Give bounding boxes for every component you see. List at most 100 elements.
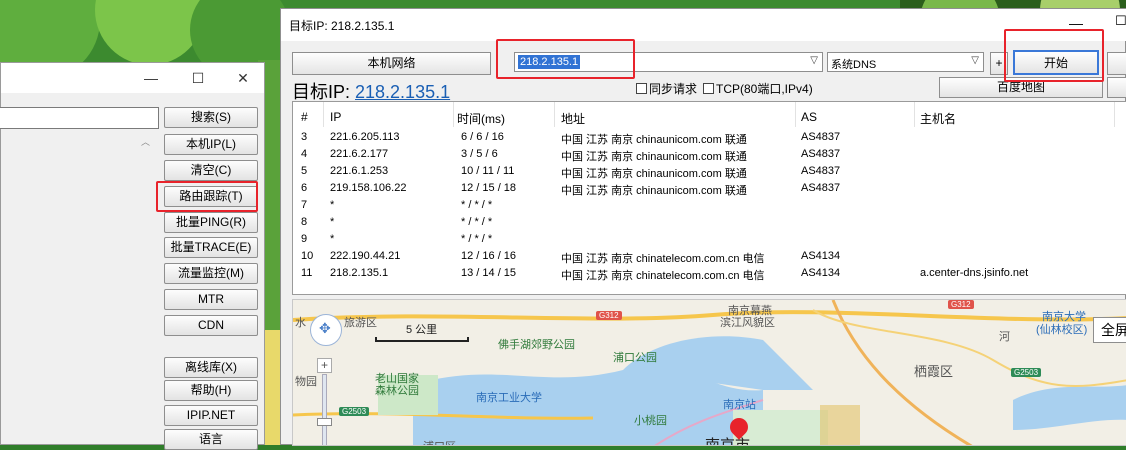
zoom-slider-handle[interactable] — [317, 418, 332, 426]
cell-index: 8 — [301, 216, 308, 228]
extra-button-2[interactable] — [1107, 77, 1126, 98]
map-label: 南京工业大学 — [476, 392, 542, 404]
traceroute-window: 目标IP: 218.2.135.1 — ☐ 本机网络 218.2.135.1 ▽… — [280, 8, 1126, 446]
zoom-in-button[interactable]: + — [317, 358, 332, 373]
minimize-icon[interactable]: — — [141, 70, 161, 86]
table-row[interactable]: 9 * * / * / * — [293, 232, 1126, 249]
cell-index: 11 — [301, 267, 313, 279]
tcp-checkbox[interactable]: TCP(80端口,IPv4) — [703, 80, 813, 97]
clear-button[interactable]: 清空(C) — [164, 160, 258, 181]
cell-as: AS4134 — [801, 267, 841, 279]
close-icon[interactable]: ✕ — [233, 70, 253, 87]
column-header-ip[interactable]: IP — [330, 110, 341, 124]
ipip-net-button[interactable]: IPIP.NET — [164, 405, 258, 426]
extra-button[interactable] — [1107, 52, 1126, 75]
column-header-index[interactable]: # — [301, 110, 308, 124]
map-label: (仙林校区) — [1036, 324, 1088, 336]
search-button[interactable]: 搜索(S) — [164, 107, 258, 128]
highlight-box-route-trace — [156, 181, 258, 212]
chevron-down-icon[interactable]: ▽ — [971, 55, 979, 66]
column-header-hostname[interactable]: 主机名 — [920, 110, 956, 127]
map-label: 栖霞区 — [914, 364, 954, 379]
local-ip-button[interactable]: 本机IP(L) — [164, 134, 258, 155]
highlight-box-start — [1004, 29, 1104, 82]
highlight-box-ip-input — [496, 39, 635, 79]
road-shield: G2503 — [1011, 368, 1042, 377]
sync-request-box[interactable] — [636, 83, 647, 94]
fullscreen-button[interactable]: 全屏 — [1093, 317, 1126, 343]
table-row[interactable]: 10 222.190.44.21 12 / 16 / 16 中国 江苏 南京 chin… — [293, 249, 1126, 266]
back-window-titlebar: — ☐ ✕ — [1, 63, 264, 93]
mtr-button[interactable]: MTR — [164, 289, 258, 310]
cell-index: 3 — [301, 131, 308, 143]
table-row[interactable]: 5 221.6.1.253 10 / 11 / 11 中国 江苏 南京 chinaun… — [293, 164, 1126, 181]
zoom-slider[interactable] — [322, 374, 327, 445]
table-row[interactable]: 11 218.2.135.1 13 / 14 / 15 中国 江苏 南京 chinat… — [293, 266, 1126, 283]
table-row[interactable]: 7 * * / * / * — [293, 198, 1126, 215]
column-divider — [795, 102, 796, 127]
map-pan-control[interactable]: ✥ — [310, 314, 342, 346]
road-shield: G2503 — [339, 407, 370, 416]
ip-search-input[interactable] — [0, 107, 159, 129]
cell-time: 13 / 14 / 15 — [461, 267, 517, 279]
target-ip-link[interactable]: 218.2.135.1 — [355, 82, 450, 102]
tcp-box[interactable] — [703, 83, 714, 94]
column-header-time[interactable]: 时间(ms) — [457, 110, 505, 127]
baidu-map[interactable]: ✥ + 5 公里 水 旅游区 南京幕燕 滨江风貌区 南京大学 (仙林校区) 佛手… — [292, 299, 1126, 446]
cell-ip: 221.6.205.113 — [330, 131, 400, 143]
local-network-button[interactable]: 本机网络 — [292, 52, 491, 75]
cell-time: * / * / * — [461, 199, 493, 211]
column-divider — [453, 102, 454, 127]
table-row[interactable]: 3 221.6.205.113 6 / 6 / 16 中国 江苏 南京 chinaun… — [293, 130, 1126, 147]
map-label: 浦口公园 — [613, 352, 657, 364]
column-header-as[interactable]: AS — [801, 110, 817, 124]
cell-location: 中国 江苏 南京 chinaunicom.com 联通 — [561, 168, 747, 180]
chevron-down-icon[interactable]: ▽ — [810, 55, 818, 66]
cell-time: * / * / * — [461, 216, 493, 228]
maximize-icon[interactable]: ☐ — [188, 70, 208, 87]
cell-index: 7 — [301, 199, 308, 211]
sync-request-label: 同步请求 — [649, 82, 698, 96]
cell-index: 9 — [301, 233, 308, 245]
map-label: 森林公园 — [375, 385, 419, 397]
map-label: 南京站 — [723, 399, 756, 411]
column-header-location[interactable]: 地址 — [561, 110, 585, 127]
cell-ip: 221.6.1.253 — [330, 165, 389, 177]
map-label: 佛手湖郊野公园 — [498, 339, 575, 351]
table-row[interactable]: 8 * * / * / * — [293, 215, 1126, 232]
cell-index: 6 — [301, 182, 308, 194]
cell-ip: 219.158.106.22 — [330, 182, 407, 194]
trace-results-table: # IP 时间(ms) 地址 AS 主机名 3 221.6.205.113 6 / … — [292, 101, 1126, 295]
column-divider — [554, 102, 555, 127]
cell-location: 中国 江苏 南京 chinaunicom.com 联通 — [561, 151, 747, 163]
cell-location: 中国 江苏 南京 chinatelecom.com.cn 电信 — [561, 253, 765, 265]
scroll-up-icon[interactable]: ︿ — [141, 135, 150, 148]
cell-hostname: a.center-dns.jsinfo.net — [920, 267, 1029, 279]
cell-as: AS4134 — [801, 250, 841, 262]
batch-ping-button[interactable]: 批量PING(R) — [164, 212, 258, 233]
table-row[interactable]: 6 219.158.106.22 12 / 15 / 18 中国 江苏 南京 chin… — [293, 181, 1126, 198]
help-button[interactable]: 帮助(H) — [164, 380, 258, 401]
cell-time: 3 / 5 / 6 — [461, 148, 498, 160]
cdn-button[interactable]: CDN — [164, 315, 258, 336]
column-divider — [323, 102, 324, 127]
dns-select[interactable]: 系统DNS ▽ — [827, 52, 984, 72]
map-label: 水 — [295, 317, 306, 329]
traffic-monitor-button[interactable]: 流量监控(M) — [164, 263, 258, 284]
offline-db-button[interactable]: 离线库(X) — [164, 357, 258, 378]
cell-index: 4 — [301, 148, 308, 160]
cell-time: 12 / 15 / 18 — [461, 182, 517, 194]
cell-ip: 221.6.2.177 — [330, 148, 389, 160]
cell-ip: * — [330, 233, 335, 245]
pan-arrows-icon: ✥ — [319, 320, 331, 336]
cell-location: 中国 江苏 南京 chinatelecom.com.cn 电信 — [561, 270, 765, 282]
sync-request-checkbox[interactable]: 同步请求 — [636, 80, 697, 97]
language-button[interactable]: 语言 — [164, 429, 258, 450]
traceroute-titlebar: 目标IP: 218.2.135.1 — ☐ — [281, 9, 1126, 41]
cell-time: 10 / 11 / 11 — [461, 165, 515, 177]
batch-trace-button[interactable]: 批量TRACE(E) — [164, 237, 258, 258]
table-row[interactable]: 4 221.6.2.177 3 / 5 / 6 中国 江苏 南京 chinaunico… — [293, 147, 1126, 164]
maximize-icon[interactable]: ☐ — [1115, 13, 1126, 29]
map-label: 滨江风貌区 — [720, 317, 775, 329]
cell-ip: * — [330, 216, 335, 228]
